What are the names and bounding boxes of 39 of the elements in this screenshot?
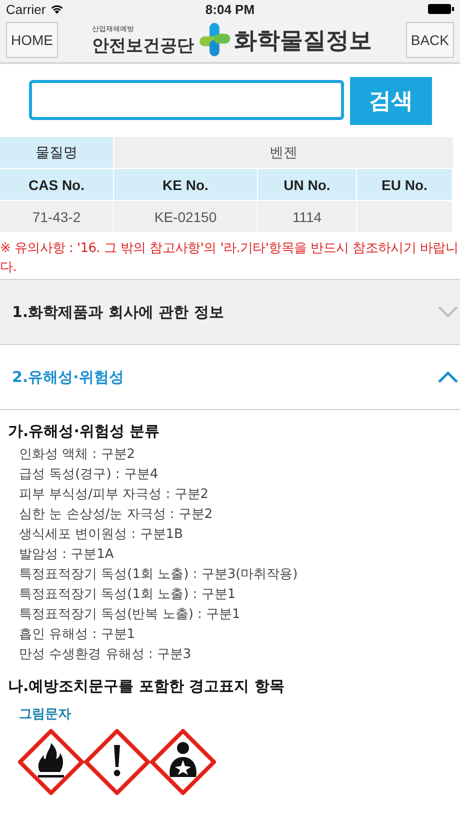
flame-hazard-icon <box>18 729 84 795</box>
health-hazard-icon <box>150 729 216 795</box>
classification-item: 생식세포 변이원성 : 구분1B <box>18 526 184 544</box>
table-cell: 벤젠 <box>114 137 453 168</box>
organization-name: 안전보건공단 <box>92 34 194 56</box>
carrier-name: Carrier <box>6 2 46 16</box>
classification-item: 특정표적장기 독성(반복 노출) : 구분1 <box>18 606 242 624</box>
search-field[interactable] <box>29 80 344 120</box>
app-title: 화학물질정보 <box>234 26 372 56</box>
table-header: EU No. <box>357 169 452 200</box>
section-header[interactable]: 1.화학제품과 회사에 관한 정보 <box>0 279 460 345</box>
battery-icon <box>428 4 454 14</box>
table-header: KE No. <box>114 169 257 200</box>
classification-item: 인화성 액체 : 구분2 <box>18 446 136 464</box>
classification-item: 흡인 유해성 : 구분1 <box>18 626 136 644</box>
table-cell: 71-43-2 <box>0 201 113 232</box>
table-cell: 1114 <box>258 201 356 232</box>
table-header: UN No. <box>258 169 356 200</box>
wifi-icon <box>50 4 64 14</box>
classification-item: 만성 수생환경 유해성 : 구분3 <box>18 646 192 664</box>
exclamation-hazard-icon <box>84 729 150 795</box>
classification-item: 심한 눈 손상성/눈 자극성 : 구분2 <box>18 506 214 524</box>
status-time: 8:04 PM <box>204 2 256 16</box>
section-subtitle: 가.유해성·위험성 분류 <box>8 422 161 441</box>
classification-item: 발암성 : 구분1A <box>18 546 115 564</box>
chevron-up-icon <box>438 371 458 383</box>
back-button[interactable]: BACK <box>406 22 454 58</box>
classification-item: 특정표적장기 독성(1회 노출) : 구분1 <box>18 586 237 604</box>
pictogram-label: 그림문자 <box>18 706 72 723</box>
classification-item: 특정표적장기 독성(1회 노출) : 구분3(마취작용) <box>18 566 299 584</box>
classification-item: 급성 독성(경구) : 구분4 <box>18 466 160 484</box>
table-cell: KE-02150 <box>114 201 257 232</box>
home-button[interactable]: HOME <box>6 22 58 58</box>
section-subtitle: 나.예방조치문구를 포함한 경고표지 항목 <box>8 677 286 696</box>
table-header: CAS No. <box>0 169 113 200</box>
table-header: 물질명 <box>0 137 113 168</box>
classification-item: 피부 부식성/피부 자극성 : 구분2 <box>18 486 210 504</box>
notice-text: ※ 유의사항 : '16. 그 밖의 참고사항'의 '라.기타'항목을 반드시 참조하시기 바랍니다. <box>0 240 459 277</box>
chevron-down-icon <box>438 306 458 318</box>
